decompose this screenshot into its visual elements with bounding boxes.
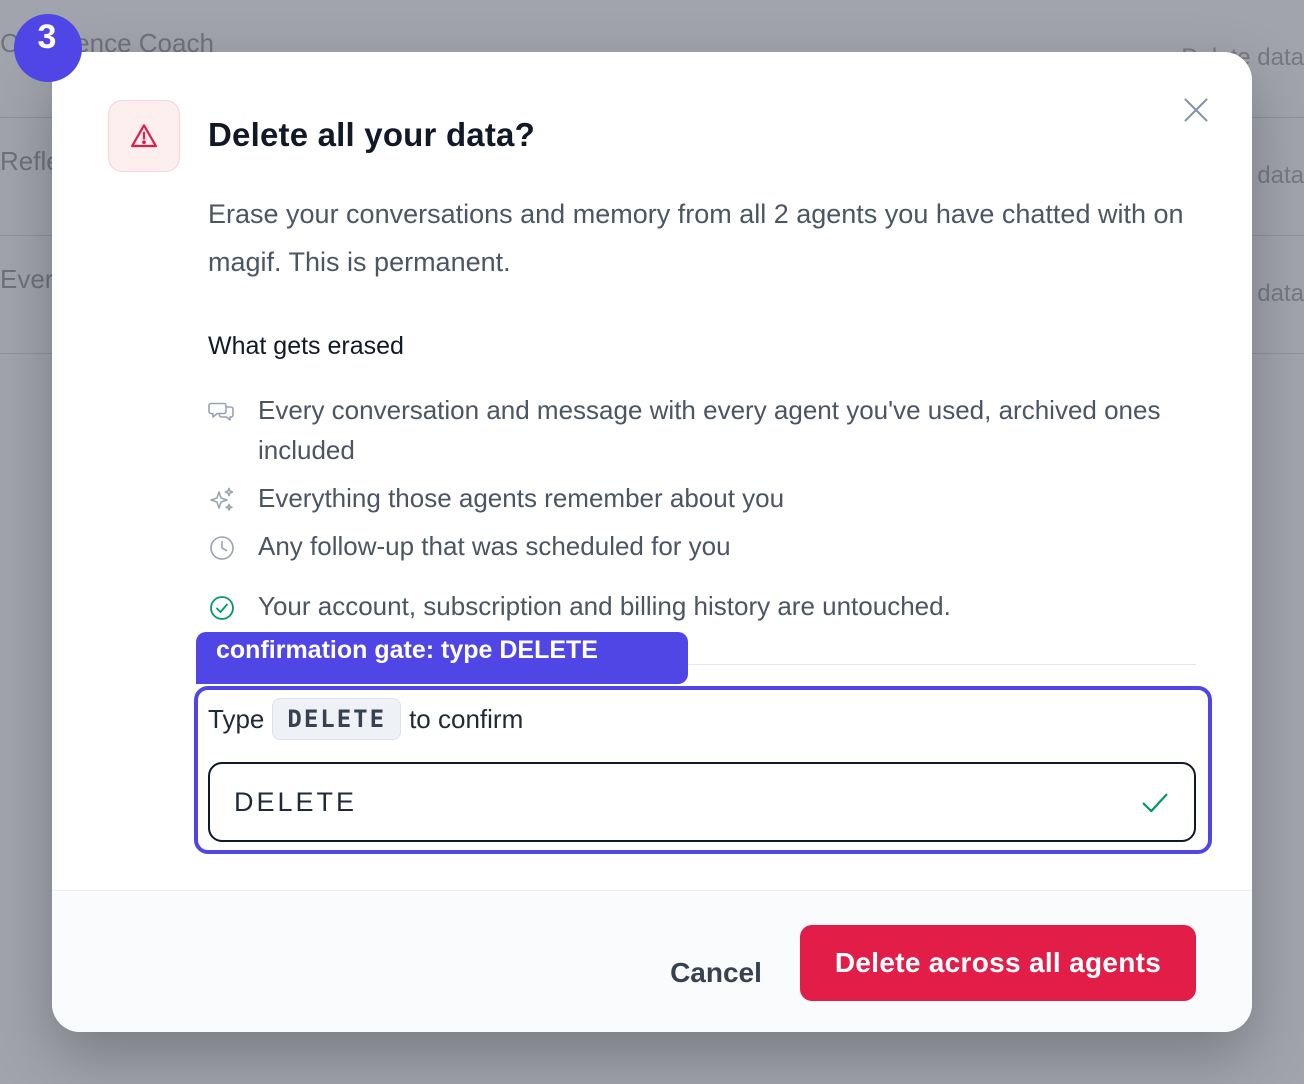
untouched-note: Your account, subscription and billing h…: [208, 591, 1168, 626]
delete-data-dialog: Delete all your data? Erase your convers…: [52, 52, 1252, 1032]
sparkles-icon: [210, 487, 234, 511]
list-item-text: Every conversation and message with ever…: [258, 395, 1161, 465]
list-item: Everything those agents remember about y…: [208, 483, 1168, 518]
close-icon: [1184, 98, 1208, 122]
chat-bubbles-icon: [208, 402, 234, 421]
annotation-label: confirmation gate: type DELETE: [196, 632, 688, 684]
list-item: Any follow-up that was scheduled for you: [208, 531, 1168, 566]
cancel-button[interactable]: Cancel: [642, 943, 790, 1003]
dialog-title: Delete all your data?: [208, 116, 535, 153]
delete-all-button[interactable]: Delete across all agents: [800, 925, 1196, 1001]
clock-icon: [210, 536, 234, 560]
step-badge: 3: [14, 14, 82, 82]
annotation-highlight: [194, 686, 1212, 854]
list-item-text: Any follow-up that was scheduled for you: [258, 531, 731, 561]
close-button[interactable]: [1178, 92, 1214, 128]
check-circle-icon: [210, 596, 234, 620]
untouched-note-text: Your account, subscription and billing h…: [258, 591, 951, 621]
section-heading: What gets erased: [208, 332, 404, 360]
dialog-footer: Cancel Delete across all agents: [52, 890, 1252, 1032]
dialog-description: Erase your conversations and memory from…: [208, 199, 1184, 277]
warning-icon: [108, 100, 180, 172]
list-item-text: Everything those agents remember about y…: [258, 483, 785, 513]
list-item: Every conversation and message with ever…: [208, 395, 1168, 470]
